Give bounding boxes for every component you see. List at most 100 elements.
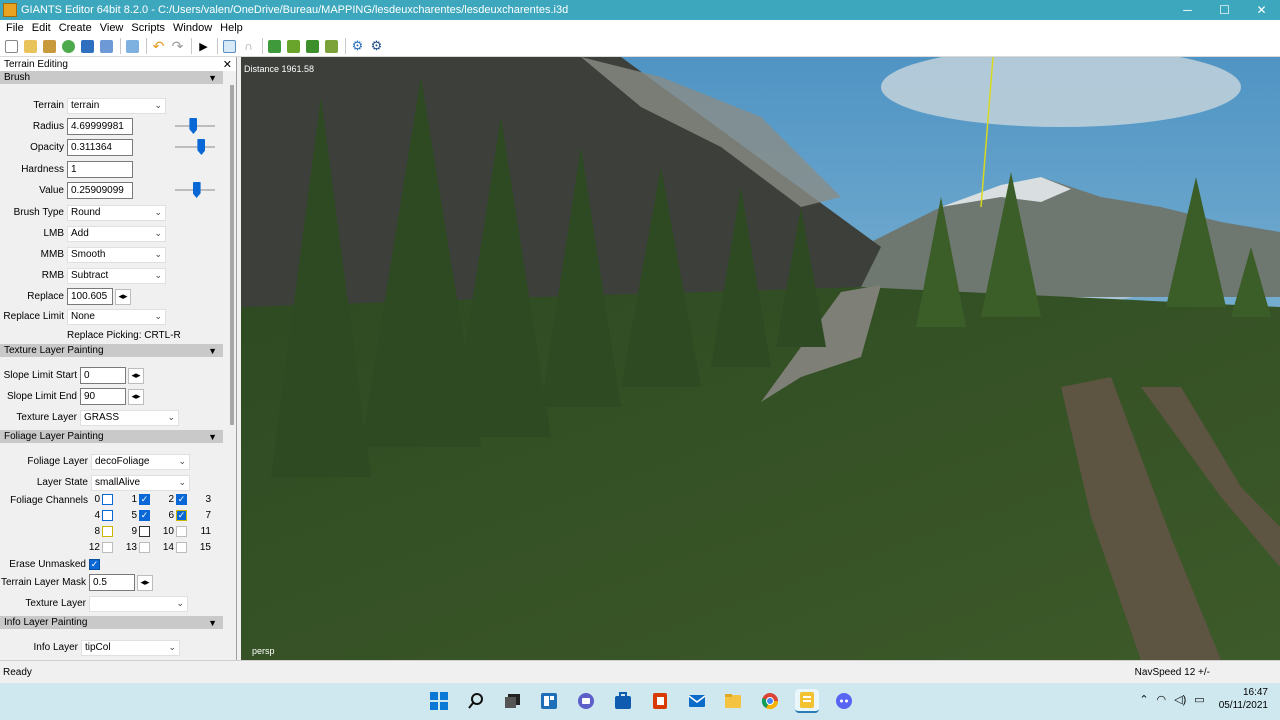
settings-button[interactable]: ⚙ bbox=[349, 38, 366, 55]
chat-icon[interactable] bbox=[574, 689, 598, 713]
radius-input[interactable]: 4.69999981 bbox=[67, 118, 133, 135]
mmb-select[interactable]: Smooth ⌄ bbox=[67, 246, 166, 263]
undo-button[interactable]: ↶ bbox=[150, 38, 167, 55]
foliage-channel-2[interactable]: 2 ✓ bbox=[160, 494, 187, 505]
discord-icon[interactable] bbox=[832, 689, 856, 713]
foliage-channel-14[interactable]: 14 bbox=[160, 542, 187, 553]
foliage-channel-checkbox[interactable] bbox=[102, 494, 113, 505]
slope-end-input[interactable]: 90 bbox=[80, 388, 126, 405]
section-info-header[interactable]: Info Layer Painting ▼ bbox=[0, 616, 223, 629]
brush-type-select[interactable]: Round ⌄ bbox=[67, 204, 166, 221]
grass-paint-button[interactable] bbox=[304, 38, 321, 55]
terrain-select[interactable]: terrain ⌄ bbox=[67, 97, 166, 114]
foliage-channel-checkbox[interactable] bbox=[139, 542, 150, 553]
erase-unmasked-checkbox[interactable]: ✓ bbox=[89, 559, 100, 570]
opacity-slider[interactable] bbox=[175, 139, 215, 155]
foliage-channel-checkbox[interactable]: ✓ bbox=[139, 494, 150, 505]
section-texture-header[interactable]: Texture Layer Painting ▼ bbox=[0, 344, 223, 357]
rmb-select[interactable]: Subtract ⌄ bbox=[67, 267, 166, 284]
foliage-channel-checkbox[interactable]: ✓ bbox=[176, 494, 187, 505]
foliage-texture-layer-select[interactable]: ⌄ bbox=[89, 595, 188, 612]
opacity-input[interactable]: 0.311364 bbox=[67, 139, 133, 156]
menu-edit[interactable]: Edit bbox=[28, 22, 55, 34]
foliage-paint-button[interactable] bbox=[266, 38, 283, 55]
hardness-input[interactable]: 1 bbox=[67, 161, 133, 178]
search-icon[interactable] bbox=[464, 689, 488, 713]
slope-start-input[interactable]: 0 bbox=[80, 367, 126, 384]
lmb-select[interactable]: Add ⌄ bbox=[67, 225, 166, 242]
wifi-icon[interactable]: ◠ bbox=[1157, 693, 1167, 706]
section-foliage-header[interactable]: Foliage Layer Painting ▼ bbox=[0, 430, 223, 443]
reload-button[interactable] bbox=[60, 38, 77, 55]
foliage-channel-9[interactable]: 9 bbox=[123, 526, 150, 537]
menu-file[interactable]: File bbox=[2, 22, 28, 34]
foliage-channel-4[interactable]: 4 bbox=[86, 510, 113, 521]
windows-start-icon[interactable] bbox=[427, 689, 451, 713]
value-input[interactable]: 0.25909099 bbox=[67, 182, 133, 199]
3d-viewport[interactable]: Distance 1961.58 persp bbox=[241, 57, 1280, 660]
foliage-channel-checkbox[interactable] bbox=[102, 542, 113, 553]
snap-button[interactable]: ∩ bbox=[240, 38, 257, 55]
foliage-channel-5[interactable]: 5 ✓ bbox=[123, 510, 150, 521]
radius-slider-thumb[interactable] bbox=[189, 118, 198, 134]
export-button[interactable] bbox=[98, 38, 115, 55]
foliage-channel-13[interactable]: 13 bbox=[123, 542, 150, 553]
terrain-sculpt-button[interactable] bbox=[221, 38, 238, 55]
menu-create[interactable]: Create bbox=[55, 22, 96, 34]
opacity-slider-thumb[interactable] bbox=[197, 139, 206, 155]
terrain-layer-mask-input[interactable]: 0.5 bbox=[89, 574, 135, 591]
clock[interactable]: 16:47 05/11/2021 bbox=[1219, 686, 1268, 712]
foliage-channel-checkbox[interactable] bbox=[139, 526, 150, 537]
new-file-button[interactable] bbox=[3, 38, 20, 55]
widgets-icon[interactable] bbox=[537, 689, 561, 713]
tree-paint-button[interactable] bbox=[323, 38, 340, 55]
section-brush-header[interactable]: Brush ▼ bbox=[0, 71, 223, 84]
layer-state-select[interactable]: smallAlive ⌄ bbox=[91, 474, 190, 491]
play-button[interactable]: ▶ bbox=[195, 38, 212, 55]
panel-close-icon[interactable]: ✕ bbox=[223, 58, 232, 71]
foliage-channel-1[interactable]: 1 ✓ bbox=[123, 494, 150, 505]
foliage-channel-checkbox[interactable] bbox=[176, 542, 187, 553]
open-button[interactable] bbox=[22, 38, 39, 55]
slope-end-spin-icon[interactable]: ◂▸ bbox=[128, 388, 144, 405]
menu-view[interactable]: View bbox=[96, 22, 128, 34]
texture-paint-button[interactable] bbox=[285, 38, 302, 55]
task-view-icon[interactable] bbox=[501, 689, 525, 713]
replace-input[interactable]: 100.605 bbox=[67, 288, 113, 305]
info-layer-select[interactable]: tipCol ⌄ bbox=[81, 639, 180, 656]
foliage-channel-checkbox[interactable] bbox=[102, 510, 113, 521]
save-button[interactable] bbox=[79, 38, 96, 55]
volume-icon[interactable]: ◁) bbox=[1174, 693, 1186, 706]
foliage-channel-10[interactable]: 10 bbox=[160, 526, 187, 537]
foliage-channel-0[interactable]: 0 bbox=[86, 494, 113, 505]
radius-slider[interactable] bbox=[175, 118, 215, 134]
panel-scrollbar-thumb[interactable] bbox=[230, 85, 234, 425]
slope-start-spin-icon[interactable]: ◂▸ bbox=[128, 367, 144, 384]
foliage-channel-checkbox[interactable] bbox=[102, 526, 113, 537]
menu-window[interactable]: Window bbox=[169, 22, 216, 34]
chevron-up-icon[interactable]: ⌃ bbox=[1139, 693, 1148, 706]
foliage-layer-select[interactable]: decoFoliage ⌄ bbox=[91, 453, 190, 470]
replace-spin-icon[interactable]: ◂▸ bbox=[115, 288, 131, 305]
edit-button[interactable] bbox=[41, 38, 58, 55]
office-icon[interactable] bbox=[648, 689, 672, 713]
store-icon[interactable] bbox=[611, 689, 635, 713]
replace-limit-select[interactable]: None ⌄ bbox=[67, 308, 166, 325]
import-button[interactable] bbox=[124, 38, 141, 55]
battery-icon[interactable]: ▭ bbox=[1194, 693, 1204, 706]
maximize-button[interactable]: ☐ bbox=[1206, 0, 1243, 20]
mail-icon[interactable] bbox=[685, 689, 709, 713]
panel-scrollbar[interactable] bbox=[229, 85, 235, 655]
chrome-icon[interactable] bbox=[758, 689, 782, 713]
scene-settings-button[interactable]: ⚙ bbox=[368, 38, 385, 55]
foliage-channel-8[interactable]: 8 bbox=[86, 526, 113, 537]
menu-scripts[interactable]: Scripts bbox=[127, 22, 169, 34]
foliage-channel-6[interactable]: 6 ✓ bbox=[160, 510, 187, 521]
minimize-button[interactable]: ─ bbox=[1169, 0, 1206, 20]
foliage-channel-checkbox[interactable]: ✓ bbox=[139, 510, 150, 521]
foliage-channel-checkbox[interactable]: ✓ bbox=[176, 510, 187, 521]
foliage-channel-12[interactable]: 12 bbox=[86, 542, 113, 553]
giants-editor-icon[interactable] bbox=[794, 689, 819, 713]
value-slider[interactable] bbox=[175, 182, 215, 198]
terrain-layer-mask-spin-icon[interactable]: ◂▸ bbox=[137, 574, 153, 591]
